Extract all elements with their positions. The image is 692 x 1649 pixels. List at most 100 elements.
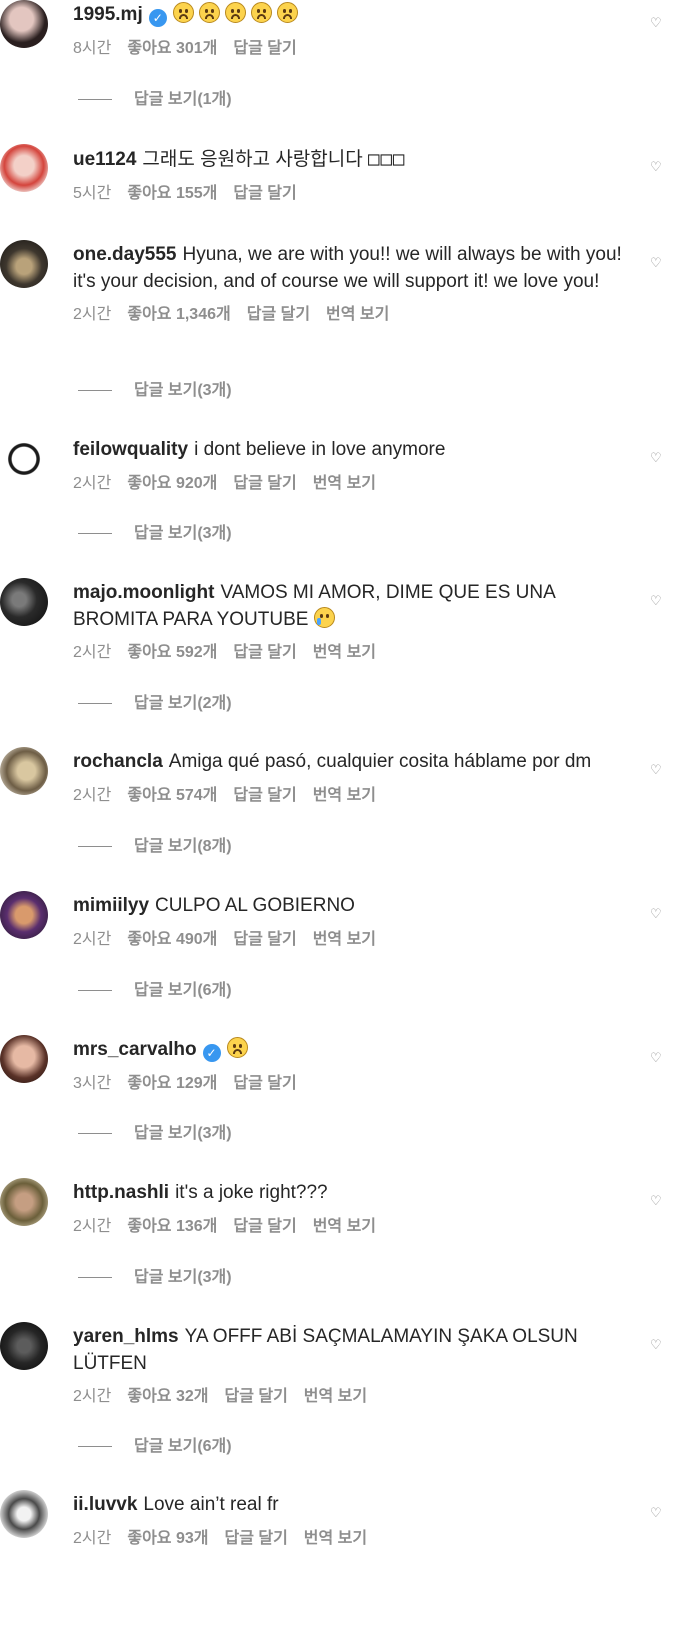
heart-icon[interactable]: ♡ — [650, 594, 664, 608]
divider-line — [78, 1277, 112, 1279]
comment-time[interactable]: 2시간 — [73, 306, 111, 323]
translate-button[interactable]: 번역 보기 — [313, 787, 376, 804]
comment-time[interactable]: 8시간 — [73, 40, 111, 57]
reply-button[interactable]: 답글 달기 — [233, 475, 296, 492]
comment-username[interactable]: feilowquality — [73, 439, 188, 460]
reply-button[interactable]: 답글 달기 — [247, 306, 310, 323]
comment-username[interactable]: mimiilyy — [73, 895, 149, 916]
comment-username[interactable]: rochancla — [73, 751, 163, 772]
comment-time[interactable]: 2시간 — [73, 1218, 111, 1235]
reply-button[interactable]: 답글 달기 — [233, 787, 296, 804]
view-replies-button[interactable]: 답글 보기(3개) — [78, 1124, 232, 1144]
avatar[interactable] — [0, 578, 48, 626]
comment-username[interactable]: ue1124 — [73, 149, 136, 170]
comment-username[interactable]: mrs_carvalho — [73, 1039, 197, 1060]
heart-icon[interactable]: ♡ — [650, 256, 664, 270]
comment-time[interactable]: 5시간 — [73, 185, 111, 202]
reply-button[interactable]: 답글 달기 — [224, 1530, 287, 1547]
comment-meta: 2시간 좋아요 920개 답글 달기 번역 보기 — [73, 472, 633, 496]
verified-badge-icon: ✓ — [202, 1044, 221, 1062]
view-replies-button[interactable]: 답글 보기(2개) — [78, 694, 232, 714]
heart-icon[interactable]: ♡ — [650, 1194, 664, 1208]
avatar[interactable] — [0, 1490, 48, 1538]
heart-icon[interactable]: ♡ — [650, 16, 664, 30]
reply-button[interactable]: 답글 달기 — [233, 185, 296, 202]
comment-body: Love ain’t real fr — [143, 1494, 279, 1515]
divider-line — [78, 1133, 112, 1135]
reply-button[interactable]: 답글 달기 — [233, 931, 296, 948]
comment-meta: 2시간 좋아요 93개 답글 달기 번역 보기 — [73, 1527, 633, 1551]
comment-meta: 2시간 좋아요 490개 답글 달기 번역 보기 — [73, 928, 633, 952]
view-replies-button[interactable]: 답글 보기(3개) — [78, 524, 232, 544]
like-count[interactable]: 좋아요 574개 — [127, 787, 217, 804]
avatar[interactable] — [0, 435, 48, 483]
heart-icon[interactable]: ♡ — [650, 160, 664, 174]
translate-button[interactable]: 번역 보기 — [304, 1388, 367, 1405]
translate-button[interactable]: 번역 보기 — [313, 475, 376, 492]
avatar[interactable] — [0, 747, 48, 795]
translate-button[interactable]: 번역 보기 — [313, 644, 376, 661]
like-count[interactable]: 좋아요 32개 — [127, 1388, 208, 1405]
view-replies-button[interactable]: 답글 보기(8개) — [78, 837, 232, 857]
translate-button[interactable]: 번역 보기 — [326, 306, 389, 323]
view-replies-button[interactable]: 답글 보기(3개) — [78, 1268, 232, 1288]
comment-time[interactable]: 3시간 — [73, 1075, 111, 1092]
comment-username[interactable]: majo.moonlight — [73, 582, 214, 603]
avatar[interactable] — [0, 891, 48, 939]
like-count[interactable]: 좋아요 155개 — [127, 185, 217, 202]
heart-icon[interactable]: ♡ — [650, 451, 664, 465]
comment-text: ii.luvvk Love ain’t real fr — [73, 1492, 633, 1519]
avatar[interactable] — [0, 0, 48, 48]
reply-button[interactable]: 답글 달기 — [224, 1388, 287, 1405]
comment-meta: 5시간 좋아요 155개 답글 달기 — [73, 182, 633, 206]
avatar[interactable] — [0, 1178, 48, 1226]
comment-time[interactable]: 2시간 — [73, 931, 111, 948]
verified-badge-icon: ✓ — [148, 9, 167, 27]
avatar[interactable] — [0, 1035, 48, 1083]
reply-button[interactable]: 답글 달기 — [233, 1218, 296, 1235]
heart-icon[interactable]: ♡ — [650, 907, 664, 921]
view-replies-button[interactable]: 답글 보기(6개) — [78, 1437, 232, 1457]
pleading-face-emoji — [276, 2, 298, 23]
comment-username[interactable]: 1995.mj — [73, 4, 143, 25]
like-count[interactable]: 좋아요 592개 — [127, 644, 217, 661]
view-replies-button[interactable]: 답글 보기(1개) — [78, 90, 232, 110]
translate-button[interactable]: 번역 보기 — [313, 931, 376, 948]
comment-time[interactable]: 2시간 — [73, 644, 111, 661]
comment-time[interactable]: 2시간 — [73, 475, 111, 492]
heart-icon[interactable]: ♡ — [650, 1338, 664, 1352]
like-count[interactable]: 좋아요 490개 — [127, 931, 217, 948]
like-count[interactable]: 좋아요 1,346개 — [127, 306, 230, 323]
avatar[interactable] — [0, 1322, 48, 1370]
comment-text: ue1124 그래도 응원하고 사랑합니다 □□□ — [73, 146, 633, 174]
like-count[interactable]: 좋아요 920개 — [127, 475, 217, 492]
comment-username[interactable]: yaren_hlms — [73, 1326, 179, 1347]
comment-time[interactable]: 2시간 — [73, 1388, 111, 1405]
avatar[interactable] — [0, 240, 48, 288]
heart-icon[interactable]: ♡ — [650, 1506, 664, 1520]
translate-button[interactable]: 번역 보기 — [304, 1530, 367, 1547]
comment-time[interactable]: 2시간 — [73, 787, 111, 804]
comment-username[interactable]: one.day555 — [73, 244, 177, 265]
comment-meta: 2시간 좋아요 592개 답글 달기 번역 보기 — [73, 641, 633, 665]
comment-meta: 8시간 좋아요 301개 답글 달기 — [73, 37, 633, 61]
heart-icon[interactable]: ♡ — [650, 763, 664, 777]
comment-username[interactable]: http.nashli — [73, 1182, 169, 1203]
comment-username[interactable]: ii.luvvk — [73, 1494, 137, 1515]
translate-button[interactable]: 번역 보기 — [313, 1218, 376, 1235]
like-count[interactable]: 좋아요 136개 — [127, 1218, 217, 1235]
view-replies-label: 답글 보기(3개) — [134, 382, 232, 399]
divider-line — [78, 846, 112, 848]
view-replies-button[interactable]: 답글 보기(3개) — [78, 381, 232, 401]
comment-time[interactable]: 2시간 — [73, 1530, 111, 1547]
like-count[interactable]: 좋아요 129개 — [127, 1075, 217, 1092]
divider-line — [78, 1446, 112, 1448]
view-replies-button[interactable]: 답글 보기(6개) — [78, 981, 232, 1001]
like-count[interactable]: 좋아요 301개 — [127, 40, 217, 57]
like-count[interactable]: 좋아요 93개 — [127, 1530, 208, 1547]
reply-button[interactable]: 답글 달기 — [233, 644, 296, 661]
heart-icon[interactable]: ♡ — [650, 1051, 664, 1065]
avatar[interactable] — [0, 144, 48, 192]
reply-button[interactable]: 답글 달기 — [233, 40, 296, 57]
reply-button[interactable]: 답글 달기 — [233, 1075, 296, 1092]
